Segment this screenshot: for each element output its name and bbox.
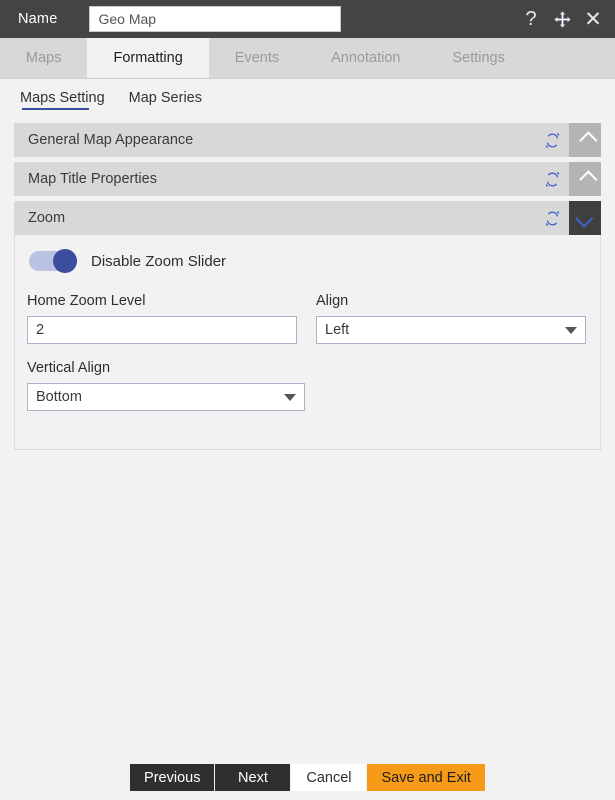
tab-settings[interactable]: Settings: [426, 38, 530, 78]
subtab-maps-setting[interactable]: Maps Setting: [8, 79, 117, 117]
tab-annotation[interactable]: Annotation: [305, 38, 426, 78]
zoom-field-row-2: Vertical Align Bottom: [27, 360, 586, 411]
accordion-title: Map Title Properties: [28, 171, 157, 187]
accordion-header-general-map-appearance[interactable]: General Map Appearance: [14, 123, 601, 157]
accordion-zoom: Zoom Disable Zoom Slider Home Zoom Level…: [14, 201, 601, 450]
vertical-align-selected-value: Bottom: [36, 389, 82, 405]
subtab-map-series[interactable]: Map Series: [117, 79, 214, 117]
accordion-actions: [535, 123, 601, 157]
previous-button[interactable]: Previous: [130, 764, 215, 791]
tab-events[interactable]: Events: [209, 38, 305, 78]
refresh-icon[interactable]: [535, 201, 569, 235]
disable-zoom-slider-label: Disable Zoom Slider: [91, 252, 227, 270]
cancel-button[interactable]: Cancel: [291, 764, 367, 791]
accordion-header-zoom[interactable]: Zoom: [14, 201, 601, 235]
close-icon[interactable]: ✕: [583, 8, 603, 30]
save-and-exit-button[interactable]: Save and Exit: [367, 764, 485, 791]
disable-zoom-slider-toggle[interactable]: [29, 249, 77, 273]
titlebar-icon-group: ? ✕: [521, 8, 603, 30]
toggle-knob: [53, 249, 77, 273]
footer-button-bar: Previous Next Cancel Save and Exit: [0, 755, 615, 800]
settings-content: General Map Appearance Map Title Propert…: [0, 117, 615, 450]
title-bar: Name Geo Map ? ✕: [0, 0, 615, 38]
disable-zoom-slider-row: Disable Zoom Slider: [27, 249, 586, 273]
accordion-map-title-properties: Map Title Properties: [14, 162, 601, 196]
home-zoom-level-label: Home Zoom Level: [27, 293, 146, 309]
align-label: Align: [316, 293, 349, 309]
next-button[interactable]: Next: [215, 764, 291, 791]
name-input[interactable]: Geo Map: [89, 6, 342, 32]
chevron-down-icon: [565, 326, 577, 334]
zoom-field-row-1: Home Zoom Level 2 Align Left: [27, 293, 586, 344]
accordion-toggle-chevron-up-icon[interactable]: [569, 123, 601, 157]
chevron-down-icon: [284, 393, 296, 401]
main-tab-bar: Maps Formatting Events Annotation Settin…: [0, 38, 615, 79]
align-select[interactable]: Left: [316, 316, 586, 344]
accordion-header-map-title-properties[interactable]: Map Title Properties: [14, 162, 601, 196]
refresh-icon[interactable]: [535, 162, 569, 196]
accordion-actions: [535, 201, 601, 235]
help-icon[interactable]: ?: [521, 8, 541, 30]
tab-formatting[interactable]: Formatting: [87, 38, 209, 78]
move-arrows-icon[interactable]: [552, 8, 572, 30]
sub-tab-bar: Maps Setting Map Series: [0, 79, 615, 117]
name-label: Name: [18, 11, 58, 27]
zoom-panel-body: Disable Zoom Slider Home Zoom Level 2 Al…: [14, 235, 601, 450]
home-zoom-level-field: Home Zoom Level 2: [27, 293, 297, 344]
vertical-align-select[interactable]: Bottom: [27, 383, 305, 411]
align-field: Align Left: [316, 293, 586, 344]
home-zoom-level-input[interactable]: 2: [27, 316, 297, 344]
tab-maps[interactable]: Maps: [0, 38, 87, 78]
accordion-actions: [535, 162, 601, 196]
accordion-general-map-appearance: General Map Appearance: [14, 123, 601, 157]
accordion-title: General Map Appearance: [28, 132, 194, 148]
accordion-toggle-chevron-up-icon[interactable]: [569, 162, 601, 196]
align-selected-value: Left: [325, 322, 350, 338]
accordion-title: Zoom: [28, 210, 66, 226]
accordion-toggle-chevron-down-icon[interactable]: [569, 201, 601, 235]
refresh-icon[interactable]: [535, 123, 569, 157]
vertical-align-field: Vertical Align Bottom: [27, 360, 305, 411]
vertical-align-label: Vertical Align: [27, 360, 111, 376]
